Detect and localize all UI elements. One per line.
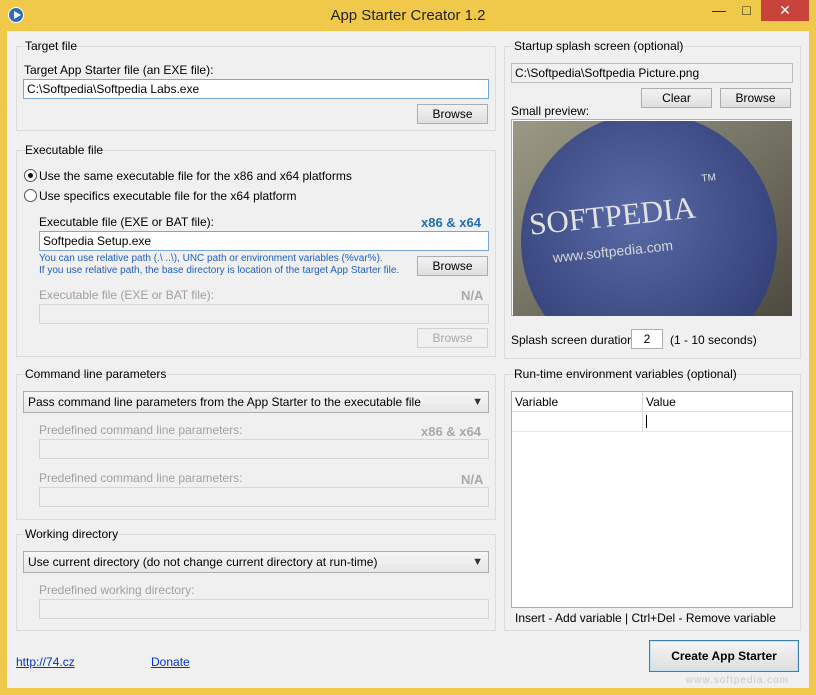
command-line-select[interactable]: Pass command line parameters from the Ap… <box>23 391 489 413</box>
env-variables-grid[interactable]: Variable Value <box>511 391 793 608</box>
chevron-down-icon: ▼ <box>472 396 483 408</box>
radio-same-executable[interactable] <box>24 169 37 182</box>
target-browse-button[interactable]: Browse <box>417 104 488 124</box>
target-file-label: Target App Starter file (an EXE file): <box>24 63 214 77</box>
splash-preview-image: SOFTPEDIA TM www.softpedia.com <box>513 121 792 316</box>
executable-file-x64-input <box>39 304 489 324</box>
executable-file-input[interactable]: Softpedia Setup.exe <box>39 231 489 251</box>
command-line-select-value: Pass command line parameters from the Ap… <box>28 395 421 409</box>
splash-duration-hint: (1 - 10 seconds) <box>670 333 757 347</box>
donate-link[interactable]: Donate <box>151 655 190 669</box>
close-icon: ✕ <box>779 2 791 18</box>
splash-screen-group-label: Startup splash screen (optional) <box>514 39 684 53</box>
maximize-button[interactable]: □ <box>733 0 760 21</box>
predefined-params-input <box>39 439 489 459</box>
splash-duration-label: Splash screen duration: <box>511 333 638 347</box>
splash-clear-button[interactable]: Clear <box>641 88 712 108</box>
executable-file-label: Executable file (EXE or BAT file): <box>39 215 214 229</box>
path-hint-line1: You can use relative path (.\ ..\), UNC … <box>39 253 383 264</box>
predefined-working-dir-label: Predefined working directory: <box>39 583 195 597</box>
path-hint-line2: If you use relative path, the base direc… <box>39 265 400 276</box>
params-na-tag: N/A <box>461 472 484 487</box>
create-app-starter-button[interactable]: Create App Starter <box>649 640 799 672</box>
working-directory-select-value: Use current directory (do not change cur… <box>28 555 378 569</box>
env-value-cell-cursor <box>646 415 647 428</box>
working-directory-select[interactable]: Use current directory (do not change cur… <box>23 551 489 573</box>
homepage-link[interactable]: http://74.cz <box>16 655 75 669</box>
maximize-icon: □ <box>742 2 751 18</box>
executable-x64-browse-button: Browse <box>417 328 488 348</box>
radio-specific-executable[interactable] <box>24 189 37 202</box>
command-line-group-label: Command line parameters <box>25 367 167 381</box>
executable-file-x64-label: Executable file (EXE or BAT file): <box>39 288 214 302</box>
splash-browse-button[interactable]: Browse <box>720 88 791 108</box>
splash-duration-input[interactable]: 2 <box>631 329 663 349</box>
minimize-button[interactable]: — <box>705 0 733 21</box>
window-title: App Starter Creator 1.2 <box>330 7 486 24</box>
close-button[interactable]: ✕ <box>761 0 809 21</box>
executable-file-group-label: Executable file <box>25 143 104 157</box>
title-bar: App Starter Creator 1.2 — □ ✕ <box>0 0 816 31</box>
target-file-group-label: Target file <box>25 39 78 53</box>
env-variables-group-label: Run-time environment variables (optional… <box>514 367 737 381</box>
env-shortcuts-hint: Insert - Add variable | Ctrl+Del - Remov… <box>515 611 776 625</box>
splash-path-input[interactable]: C:\Softpedia\Softpedia Picture.png <box>511 63 793 83</box>
predefined-params-label: Predefined command line parameters: <box>39 423 243 437</box>
target-file-input[interactable]: C:\Softpedia\Softpedia Labs.exe <box>23 79 489 99</box>
splash-image-tm: TM <box>701 172 717 184</box>
working-directory-group-label: Working directory <box>25 527 119 541</box>
splash-preview: SOFTPEDIA TM www.softpedia.com <box>511 119 792 316</box>
main-content: Target file Target App Starter file (an … <box>7 31 809 688</box>
softpedia-watermark: www.softpedia.com <box>685 675 789 686</box>
executable-browse-button[interactable]: Browse <box>417 256 488 276</box>
minimize-icon: — <box>712 2 726 18</box>
radio-same-executable-label[interactable]: Use the same executable file for the x86… <box>39 169 352 183</box>
radio-specific-executable-label[interactable]: Use specifics executable file for the x6… <box>39 189 296 203</box>
predefined-params-x64-label: Predefined command line parameters: <box>39 471 243 485</box>
predefined-working-dir-input <box>39 599 489 619</box>
env-grid-row[interactable] <box>512 412 792 432</box>
params-x86-x64-tag: x86 & x64 <box>421 424 481 439</box>
chevron-down-icon: ▼ <box>472 556 483 568</box>
small-preview-label: Small preview: <box>511 104 590 118</box>
na-tag: N/A <box>461 288 484 303</box>
predefined-params-x64-input <box>39 487 489 507</box>
x86-x64-tag: x86 & x64 <box>421 215 481 230</box>
env-col-value[interactable]: Value <box>646 395 676 409</box>
env-col-variable[interactable]: Variable <box>515 395 558 409</box>
